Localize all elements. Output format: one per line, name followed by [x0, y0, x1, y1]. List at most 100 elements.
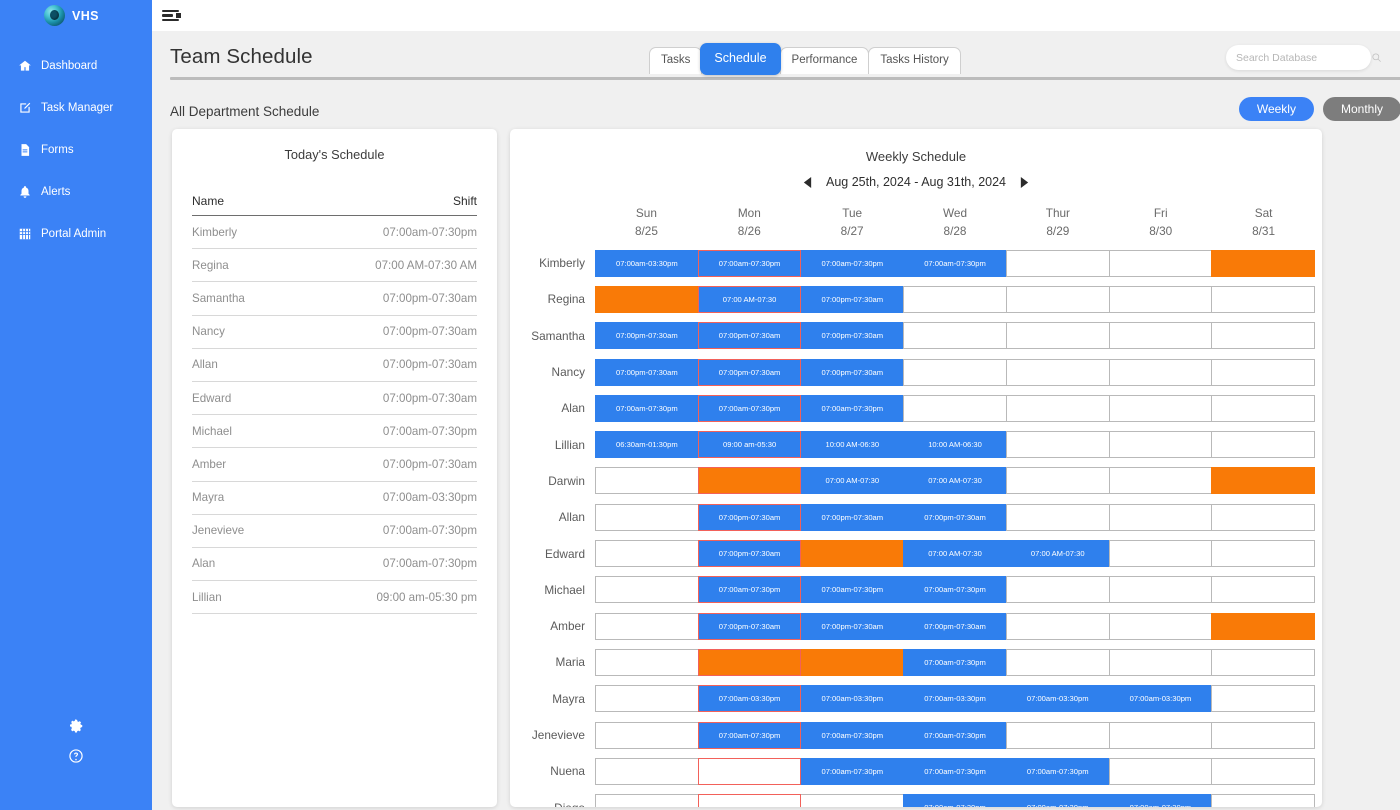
- schedule-cell[interactable]: [1005, 576, 1110, 604]
- sidebar-item-task-manager[interactable]: Task Manager: [0, 87, 152, 129]
- table-row[interactable]: Amber 07:00pm-07:30am: [192, 447, 477, 482]
- weekly-view-button[interactable]: Weekly: [1238, 97, 1314, 121]
- sidebar-item-alerts[interactable]: Alerts: [0, 171, 152, 213]
- schedule-cell[interactable]: [595, 794, 699, 807]
- schedule-cell[interactable]: 07:00am-07:30pm: [800, 249, 905, 277]
- table-row[interactable]: Lillian 09:00 am-05:30 pm: [192, 580, 477, 615]
- help-circle-icon[interactable]: [68, 748, 84, 764]
- schedule-cell[interactable]: 07:00 AM-07:30: [697, 285, 802, 313]
- schedule-cell[interactable]: [595, 757, 699, 785]
- schedule-cell[interactable]: 07:00am-03:30pm: [1005, 685, 1110, 713]
- chevron-left-icon[interactable]: [802, 176, 813, 189]
- search-icon[interactable]: [1371, 52, 1382, 63]
- schedule-cell[interactable]: 07:00am-07:30pm: [903, 721, 1007, 749]
- schedule-cell[interactable]: 07:00am-07:30pm: [800, 721, 905, 749]
- schedule-cell[interactable]: [903, 285, 1007, 313]
- schedule-cell[interactable]: 06:30am-01:30pm: [595, 431, 699, 459]
- schedule-cell[interactable]: 07:00am-07:30pm: [800, 394, 905, 422]
- schedule-cell[interactable]: 07:00am-07:30pm: [800, 757, 905, 785]
- schedule-cell[interactable]: [595, 576, 699, 604]
- schedule-cell[interactable]: [697, 648, 802, 676]
- schedule-cell[interactable]: [1211, 394, 1316, 422]
- schedule-cell[interactable]: [1005, 721, 1110, 749]
- tab-schedule[interactable]: Schedule: [700, 43, 781, 75]
- schedule-cell[interactable]: 07:00pm-07:30am: [697, 322, 802, 350]
- sidebar-item-portal-admin[interactable]: Portal Admin: [0, 213, 152, 255]
- schedule-cell[interactable]: 07:00pm-07:30am: [800, 358, 905, 386]
- schedule-cell[interactable]: [903, 358, 1007, 386]
- schedule-cell[interactable]: [1108, 285, 1213, 313]
- schedule-cell[interactable]: [1108, 576, 1213, 604]
- chevron-right-icon[interactable]: [1019, 176, 1030, 189]
- table-row[interactable]: Edward 07:00pm-07:30am: [192, 381, 477, 416]
- tab-tasks[interactable]: Tasks: [649, 47, 703, 74]
- schedule-cell[interactable]: 09:00 am-05:30: [697, 431, 802, 459]
- schedule-cell[interactable]: [595, 685, 699, 713]
- schedule-cell[interactable]: [1005, 467, 1110, 495]
- schedule-cell[interactable]: [1005, 285, 1110, 313]
- schedule-cell[interactable]: [903, 322, 1007, 350]
- schedule-cell[interactable]: 07:00pm-07:30am: [800, 285, 905, 313]
- table-row[interactable]: Jenevieve 07:00am-07:30pm: [192, 514, 477, 548]
- schedule-cell[interactable]: 07:00pm-07:30am: [903, 612, 1007, 640]
- schedule-cell[interactable]: [595, 285, 699, 313]
- schedule-cell[interactable]: [1211, 757, 1316, 785]
- sidebar-item-dashboard[interactable]: Dashboard: [0, 45, 152, 87]
- schedule-cell[interactable]: 07:00pm-07:30am: [800, 322, 905, 350]
- monthly-view-button[interactable]: Monthly: [1322, 97, 1400, 121]
- schedule-cell[interactable]: [800, 794, 905, 807]
- schedule-cell[interactable]: 07:00am-07:30pm: [903, 249, 1007, 277]
- schedule-cell[interactable]: [1108, 721, 1213, 749]
- brand[interactable]: VHS: [0, 0, 152, 31]
- schedule-cell[interactable]: [800, 540, 905, 568]
- schedule-cell[interactable]: 07:00am-07:30pm: [697, 249, 802, 277]
- schedule-cell[interactable]: [1108, 612, 1213, 640]
- schedule-cell[interactable]: 07:00pm-07:30am: [800, 503, 905, 531]
- schedule-cell[interactable]: [1005, 322, 1110, 350]
- schedule-cell[interactable]: 07:00am-07:30pm: [697, 394, 802, 422]
- search-input[interactable]: [1236, 51, 1371, 64]
- schedule-cell[interactable]: [1211, 322, 1316, 350]
- schedule-cell[interactable]: [595, 540, 699, 568]
- schedule-cell[interactable]: 07:00am-07:30pm: [595, 394, 699, 422]
- schedule-cell[interactable]: 07:00am-03:30pm: [697, 685, 802, 713]
- schedule-cell[interactable]: 07:00am-07:30pm: [903, 576, 1007, 604]
- schedule-cell[interactable]: [1005, 358, 1110, 386]
- schedule-cell[interactable]: [1005, 503, 1110, 531]
- schedule-cell[interactable]: [1211, 503, 1316, 531]
- schedule-cell[interactable]: 07:00 AM-07:30: [903, 540, 1007, 568]
- schedule-cell[interactable]: [1211, 612, 1316, 640]
- tab-tasks-history[interactable]: Tasks History: [868, 47, 961, 74]
- table-row[interactable]: Alan 07:00am-07:30pm: [192, 547, 477, 582]
- sidebar-item-forms[interactable]: Forms: [0, 129, 152, 171]
- schedule-cell[interactable]: 07:00am-07:30pm: [800, 576, 905, 604]
- schedule-cell[interactable]: [1211, 285, 1316, 313]
- table-row[interactable]: Regina 07:00 AM-07:30 AM: [192, 248, 477, 283]
- schedule-cell[interactable]: [1211, 721, 1316, 749]
- tab-performance[interactable]: Performance: [779, 47, 870, 74]
- schedule-cell[interactable]: 07:00 AM-07:30: [1005, 540, 1110, 568]
- schedule-cell[interactable]: 07:00am-07:30pm: [1005, 757, 1110, 785]
- schedule-cell[interactable]: 07:00am-03:30pm: [595, 249, 699, 277]
- schedule-cell[interactable]: 07:00am-07:30pm: [1005, 794, 1110, 807]
- schedule-cell[interactable]: [697, 757, 802, 785]
- table-row[interactable]: Kimberly 07:00am-07:30pm: [192, 215, 477, 250]
- schedule-cell[interactable]: 07:00am-03:30pm: [903, 685, 1007, 713]
- schedule-cell[interactable]: [1108, 249, 1213, 277]
- schedule-cell[interactable]: [1211, 358, 1316, 386]
- schedule-cell[interactable]: [697, 794, 802, 807]
- table-row[interactable]: Mayra 07:00am-03:30pm: [192, 481, 477, 515]
- schedule-cell[interactable]: [595, 612, 699, 640]
- schedule-cell[interactable]: 07:00 AM-07:30: [800, 467, 905, 495]
- schedule-cell[interactable]: 07:00am-03:30pm: [1108, 685, 1213, 713]
- schedule-cell[interactable]: 10:00 AM-06:30: [903, 431, 1007, 459]
- schedule-cell[interactable]: [1005, 431, 1110, 459]
- schedule-cell[interactable]: 07:00pm-07:30am: [903, 503, 1007, 531]
- schedule-cell[interactable]: 07:00pm-07:30am: [595, 322, 699, 350]
- schedule-cell[interactable]: [1211, 540, 1316, 568]
- table-row[interactable]: Nancy 07:00pm-07:30am: [192, 315, 477, 349]
- schedule-cell[interactable]: [595, 503, 699, 531]
- schedule-cell[interactable]: [1005, 648, 1110, 676]
- gear-icon[interactable]: [68, 718, 84, 734]
- schedule-cell[interactable]: [1211, 794, 1316, 807]
